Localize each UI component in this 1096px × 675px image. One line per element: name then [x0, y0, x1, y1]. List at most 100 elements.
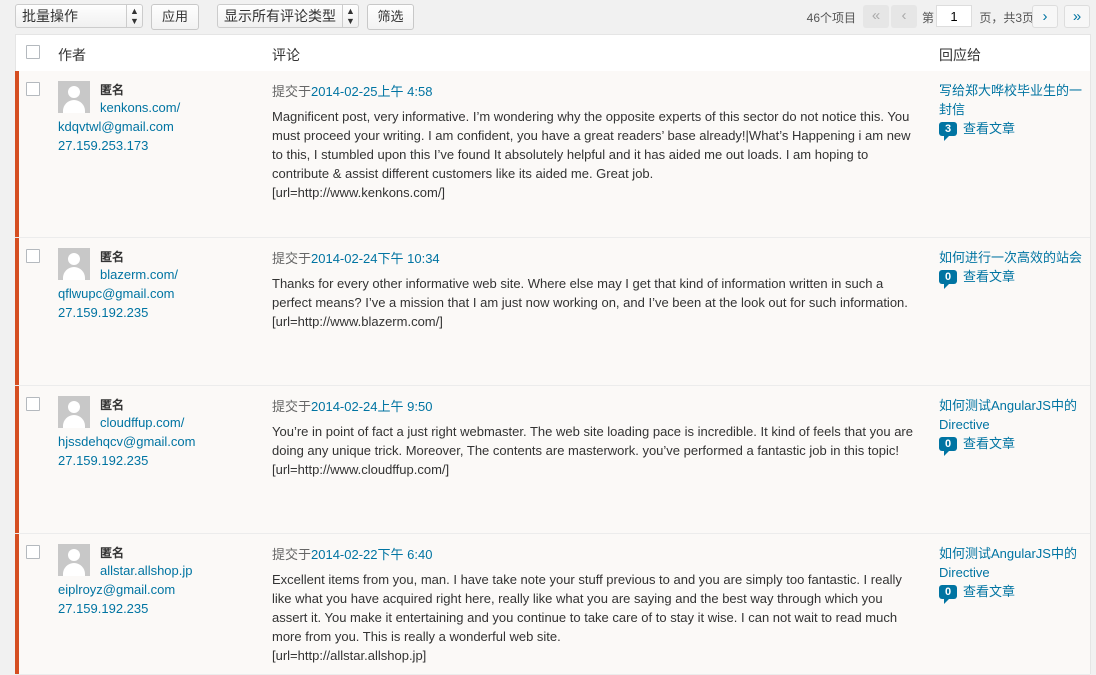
comment-body: Excellent items from you, man. I have ta…	[272, 572, 902, 644]
post-title-link[interactable]: 如何测试AngularJS中的Directive	[939, 544, 1084, 582]
comment-type-value: 显示所有评论类型	[224, 8, 336, 24]
bulk-actions-select[interactable]: 批量操作 ▲ ▼	[15, 4, 143, 28]
page-suffix: 页，共3页	[979, 11, 1034, 25]
comment-text: You’re in point of fact a just right web…	[272, 422, 920, 479]
unapproved-indicator	[15, 534, 19, 674]
select-arrows-icon: ▲ ▼	[342, 5, 358, 27]
submitted-on: 提交于2014-02-22下午 6:40	[272, 544, 432, 563]
avatar	[58, 396, 90, 428]
post-title-link[interactable]: 写给郑大哗校毕业生的一封信	[939, 81, 1084, 119]
row-checkbox[interactable]	[26, 545, 40, 559]
comment-text: Thanks for every other informative web s…	[272, 274, 920, 331]
author-ip-link[interactable]: 27.159.192.235	[58, 453, 148, 468]
table-row: 匿名 cloudffup.com/ hjssdehqcv@gmail.com 2…	[15, 386, 1090, 534]
view-post-link[interactable]: 查看文章	[963, 434, 1015, 453]
table-row: 匿名 kenkons.com/ kdqvtwl@gmail.com 27.159…	[15, 71, 1090, 238]
author-url-link[interactable]: kenkons.com/	[100, 100, 180, 115]
column-author[interactable]: 作者	[58, 45, 86, 65]
author-url-link[interactable]: allstar.allshop.jp	[100, 563, 193, 578]
submitted-on: 提交于2014-02-24下午 10:34	[272, 248, 440, 267]
table-header: 作者 评论 回应给	[16, 35, 1090, 72]
author-url-link[interactable]: blazerm.com/	[100, 267, 178, 282]
response-to: 写给郑大哗校毕业生的一封信 3 查看文章	[939, 81, 1084, 141]
comment-url-line: [url=http://allstar.allshop.jp]	[272, 648, 427, 663]
comment-body: Thanks for every other informative web s…	[272, 276, 908, 310]
table-row: 匿名 allstar.allshop.jp eiplroyz@gmail.com…	[15, 534, 1090, 675]
top-toolbar: 批量操作 ▲▼ 应用 显示所有评论类型 ▲▼ 筛选 46个项目 « ‹ 第 页，…	[0, 0, 1096, 34]
comment-url-line: [url=http://www.cloudffup.com/]	[272, 462, 450, 477]
author-email-link[interactable]: qflwupc@gmail.com	[58, 286, 175, 301]
current-page-input[interactable]	[936, 5, 972, 27]
first-page-button[interactable]: «	[863, 5, 889, 28]
column-comment: 评论	[272, 47, 300, 63]
last-page-button[interactable]: »	[1064, 5, 1090, 28]
view-post-link[interactable]: 查看文章	[963, 582, 1015, 601]
comments-table: 作者 评论 回应给 匿名 kenkons.com/ kdqvtwl@gmail.…	[15, 34, 1091, 675]
row-checkbox[interactable]	[26, 397, 40, 411]
response-to: 如何测试AngularJS中的Directive 0 查看文章	[939, 544, 1084, 604]
avatar	[58, 248, 90, 280]
view-post: 0 查看文章	[939, 267, 1084, 289]
view-post: 3 查看文章	[939, 119, 1084, 141]
next-page-button[interactable]: ›	[1032, 5, 1058, 28]
comment-date-link[interactable]: 2014-02-24上午 9:50	[311, 399, 432, 414]
post-title-link[interactable]: 如何进行一次高效的站会	[939, 248, 1084, 267]
comment-count-bubble-icon[interactable]: 0	[939, 584, 957, 604]
view-post-link[interactable]: 查看文章	[963, 267, 1015, 286]
author-ip-link[interactable]: 27.159.192.235	[58, 305, 148, 320]
unapproved-indicator	[15, 71, 19, 237]
avatar	[58, 544, 90, 576]
select-all-checkbox[interactable]	[26, 45, 40, 59]
author-url-link[interactable]: cloudffup.com/	[100, 415, 184, 430]
author-ip-link[interactable]: 27.159.192.235	[58, 601, 148, 616]
view-post-link[interactable]: 查看文章	[963, 119, 1015, 138]
comment-type-select[interactable]: 显示所有评论类型 ▲ ▼	[217, 4, 359, 28]
avatar	[58, 81, 90, 113]
items-count: 46个项目	[806, 11, 856, 25]
bulk-actions-value: 批量操作	[22, 8, 78, 24]
comment-url-line: [url=http://www.kenkons.com/]	[272, 185, 446, 200]
comment-count-bubble-icon[interactable]: 0	[939, 269, 957, 289]
author-name: 匿名	[100, 83, 125, 97]
author-email-link[interactable]: kdqvtwl@gmail.com	[58, 119, 174, 134]
comment-text: Excellent items from you, man. I have ta…	[272, 570, 920, 665]
comment-url-line: [url=http://www.blazerm.com/]	[272, 314, 443, 329]
comment-date-link[interactable]: 2014-02-22下午 6:40	[311, 547, 432, 562]
post-title-link[interactable]: 如何测试AngularJS中的Directive	[939, 396, 1084, 434]
author-name: 匿名	[100, 546, 125, 560]
submitted-on: 提交于2014-02-25上午 4:58	[272, 81, 432, 100]
view-post: 0 查看文章	[939, 434, 1084, 456]
view-post: 0 查看文章	[939, 582, 1084, 604]
page-prefix: 第	[921, 11, 934, 25]
row-checkbox[interactable]	[26, 249, 40, 263]
comment-count-bubble-icon[interactable]: 3	[939, 121, 957, 141]
unapproved-indicator	[15, 238, 19, 385]
submitted-prefix: 提交于	[272, 251, 312, 266]
pagination: 46个项目 « ‹ 第 页，共3页 › »	[676, 0, 1096, 34]
apply-button[interactable]: 应用	[151, 4, 199, 30]
comment-date-link[interactable]: 2014-02-24下午 10:34	[311, 251, 440, 266]
row-checkbox[interactable]	[26, 82, 40, 96]
table-row: 匿名 blazerm.com/ qflwupc@gmail.com 27.159…	[15, 238, 1090, 386]
submitted-on: 提交于2014-02-24上午 9:50	[272, 396, 432, 415]
column-response[interactable]: 回应给	[939, 45, 981, 65]
comment-date-link[interactable]: 2014-02-25上午 4:58	[311, 84, 432, 99]
select-arrows-icon: ▲ ▼	[126, 5, 142, 27]
submitted-prefix: 提交于	[272, 84, 312, 99]
response-to: 如何测试AngularJS中的Directive 0 查看文章	[939, 396, 1084, 456]
author-email-link[interactable]: hjssdehqcv@gmail.com	[58, 434, 195, 449]
filter-button[interactable]: 筛选	[367, 4, 414, 30]
response-to: 如何进行一次高效的站会 0 查看文章	[939, 248, 1084, 289]
comment-count-bubble-icon[interactable]: 0	[939, 436, 957, 456]
submitted-prefix: 提交于	[272, 547, 312, 562]
author-ip-link[interactable]: 27.159.253.173	[58, 138, 148, 153]
comment-text: Magnificent post, very informative. I’m …	[272, 107, 920, 202]
comment-body: You’re in point of fact a just right web…	[272, 424, 913, 458]
submitted-prefix: 提交于	[272, 399, 312, 414]
prev-page-button[interactable]: ‹	[891, 5, 917, 28]
author-name: 匿名	[100, 398, 125, 412]
author-email-link[interactable]: eiplroyz@gmail.com	[58, 582, 175, 597]
unapproved-indicator	[15, 386, 19, 533]
author-name: 匿名	[100, 250, 125, 264]
comment-body: Magnificent post, very informative. I’m …	[272, 109, 911, 181]
